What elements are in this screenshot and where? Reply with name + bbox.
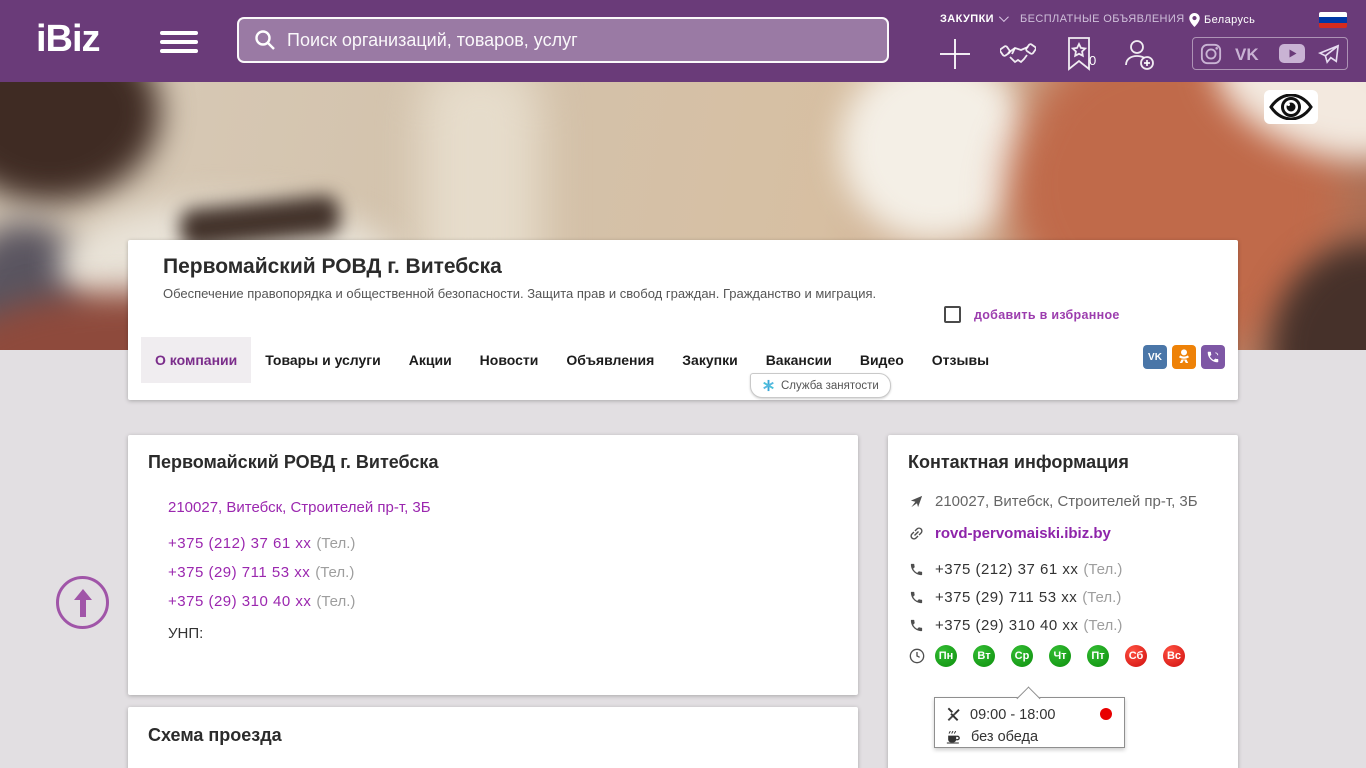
favorites-button[interactable]: 0 [1060, 36, 1098, 72]
add-to-favorites-label: добавить в избранное [974, 307, 1120, 322]
phone-icon [910, 591, 923, 604]
svg-text:VK: VK [1235, 45, 1259, 63]
day-badge[interactable]: Ср [1011, 645, 1033, 667]
phone-row: +375 (29) 310 40 xx (Тел.) [168, 593, 356, 610]
add-user-icon [1125, 40, 1154, 70]
phone-row: +375 (29) 711 53 xx (Тел.) [168, 564, 355, 581]
procurement-link[interactable]: ЗАКУПКИ [940, 12, 1009, 25]
add-company-button[interactable] [936, 36, 974, 72]
contact-address-row: 210027, Витебск, Строителей пр-т, 3Б [908, 493, 1198, 510]
top-header: iBiz ЗАКУПКИ БЕСПЛАТНЫЕ ОБЪЯВЛЕНИЯ Белар… [0, 0, 1366, 82]
location-pin-icon [1189, 13, 1200, 27]
handshake-icon [1000, 43, 1036, 64]
add-user-button[interactable] [1120, 36, 1158, 72]
ibiz-logo[interactable]: iBiz [36, 18, 101, 61]
russia-flag-icon[interactable] [1319, 12, 1347, 28]
clock-icon [909, 648, 924, 664]
arrow-up-icon [73, 588, 92, 617]
phone-icon [910, 563, 923, 576]
region-selector[interactable]: Беларусь [1189, 13, 1255, 27]
vk-icon[interactable]: VK [1235, 45, 1265, 63]
contact-phone-row: +375 (29) 711 53 xx (Тел.) [908, 589, 1121, 606]
tab-announcements[interactable]: Объявления [552, 337, 668, 383]
tab-reviews[interactable]: Отзывы [918, 337, 1003, 383]
partners-button[interactable] [999, 36, 1037, 72]
tab-news[interactable]: Новости [466, 337, 553, 383]
day-badge[interactable]: Пн [935, 645, 957, 667]
plus-icon [940, 39, 970, 69]
instagram-icon[interactable] [1200, 43, 1222, 65]
checkbox-icon[interactable] [944, 306, 961, 323]
employment-service-label: Служба занятости [781, 379, 879, 392]
day-badge[interactable]: Сб [1125, 645, 1147, 667]
company-social-links: VK [1143, 345, 1225, 369]
company-info-card: Первомайский РОВД г. Витебска 210027, Ви… [128, 435, 858, 695]
hamburger-menu-icon[interactable] [160, 31, 198, 53]
working-days-row: Пн Вт Ср Чт Пт Сб Вс [908, 645, 1191, 667]
tab-about[interactable]: О компании [141, 337, 252, 383]
company-header-card: Первомайский РОВД г. Витебска Обеспечени… [128, 240, 1238, 400]
phone-link[interactable]: +375 (29) 711 53 xx [935, 589, 1077, 606]
contact-phone-row: +375 (29) 310 40 xx (Тел.) [908, 617, 1122, 634]
employment-asterisk-icon [763, 379, 774, 392]
phone-link[interactable]: +375 (29) 310 40 xx [935, 617, 1078, 634]
nav-arrow-icon [910, 495, 923, 508]
chevron-down-icon [998, 12, 1009, 23]
day-badge[interactable]: Вт [973, 645, 995, 667]
youtube-icon[interactable] [1278, 44, 1305, 63]
day-badge[interactable]: Чт [1049, 645, 1071, 667]
search-input[interactable] [287, 29, 887, 51]
ok-icon[interactable] [1172, 345, 1196, 369]
company-address-link[interactable]: 210027, Витебск, Строителей пр-т, 3Б [168, 499, 431, 516]
phone-link[interactable]: +375 (212) 37 61 xx [935, 561, 1078, 578]
working-hours: 09:00 - 18:00 [970, 707, 1056, 723]
search-bar [237, 17, 889, 63]
info-card-title: Первомайский РОВД г. Витебска [148, 452, 439, 472]
phone-link[interactable]: +375 (29) 310 40 xx [168, 593, 311, 610]
telegram-icon[interactable] [1318, 44, 1340, 64]
company-description: Обеспечение правопорядка и общественной … [163, 286, 877, 301]
viber-icon[interactable] [1201, 345, 1225, 369]
unp-label: УНП: [168, 625, 204, 642]
link-icon [910, 527, 923, 540]
search-icon [255, 30, 275, 50]
add-to-favorites[interactable]: добавить в избранное [944, 306, 1120, 323]
website-link[interactable]: rovd-pervomaiski.ibiz.by [935, 525, 1111, 542]
accessibility-version-button[interactable] [1264, 90, 1318, 124]
day-badge[interactable]: Вс [1163, 645, 1185, 667]
contact-website-row: rovd-pervomaiski.ibiz.by [908, 525, 1111, 542]
lunch-info: без обеда [971, 729, 1039, 745]
tab-procurement[interactable]: Закупки [668, 337, 751, 383]
phone-icon [910, 619, 923, 632]
scroll-to-top-button[interactable] [56, 576, 109, 629]
contact-card-title: Контактная информация [908, 452, 1129, 472]
phone-link[interactable]: +375 (29) 711 53 xx [168, 564, 310, 581]
phone-link[interactable]: +375 (212) 37 61 xx [168, 535, 311, 552]
tools-icon [947, 707, 960, 721]
coffee-cup-icon [946, 730, 960, 744]
contact-phone-row: +375 (212) 37 61 xx (Тел.) [908, 561, 1122, 578]
favorites-count: 0 [1089, 53, 1097, 68]
map-card-title: Схема проезда [148, 725, 282, 745]
status-dot [1100, 708, 1112, 720]
tab-promotions[interactable]: Акции [395, 337, 466, 383]
day-badge[interactable]: Пт [1087, 645, 1109, 667]
employment-service-badge[interactable]: Служба занятости [750, 373, 891, 398]
header-social-links: VK [1192, 37, 1348, 70]
phone-row: +375 (212) 37 61 xx (Тел.) [168, 535, 356, 552]
accessibility-eye-icon [1269, 94, 1313, 120]
vk-icon[interactable]: VK [1143, 345, 1167, 369]
free-ads-link[interactable]: БЕСПЛАТНЫЕ ОБЪЯВЛЕНИЯ [1020, 13, 1185, 25]
page-title: Первомайский РОВД г. Витебска [163, 255, 502, 278]
map-card: Схема проезда [128, 707, 858, 768]
tab-products[interactable]: Товары и услуги [251, 337, 394, 383]
